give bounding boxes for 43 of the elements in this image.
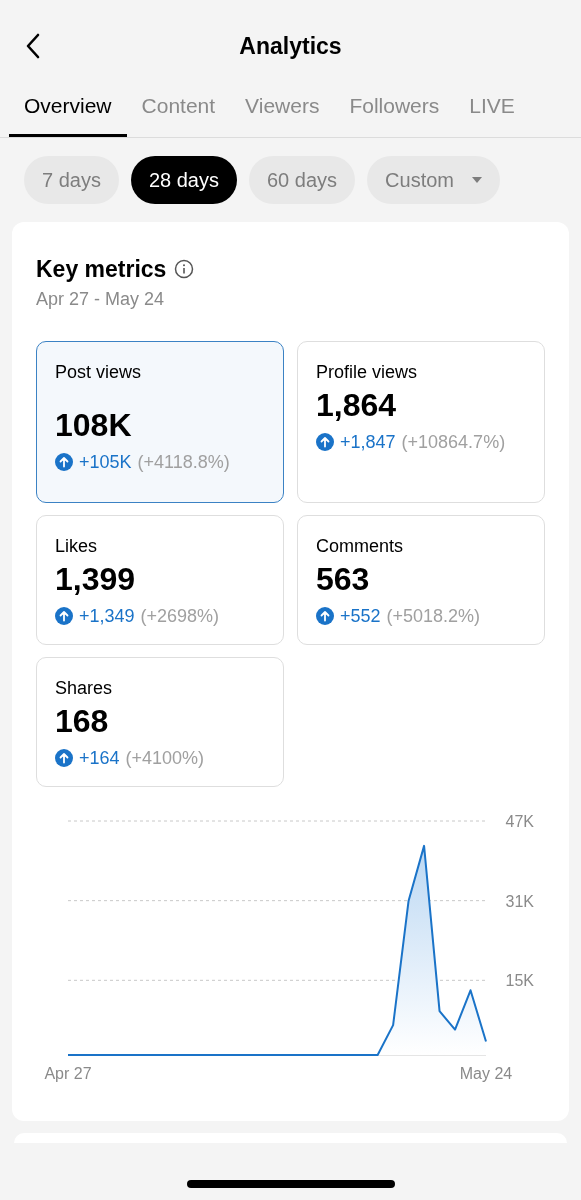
y-tick-label: 15K — [505, 972, 534, 990]
metric-card[interactable]: Likes 1,399 +1,349 (+2698%) — [36, 515, 284, 645]
metric-card[interactable]: Comments 563 +552 (+5018.2%) — [297, 515, 545, 645]
metric-value: 563 — [316, 560, 371, 598]
page-title: Analytics — [239, 31, 342, 61]
metric-label: Shares — [55, 677, 114, 700]
arrow-up-icon — [55, 607, 73, 625]
range-pill[interactable]: 28 days — [130, 156, 237, 204]
metric-value: 108K — [55, 406, 133, 444]
metric-change: +1,349 — [79, 605, 135, 628]
metric-value: 1,864 — [316, 386, 398, 424]
metric-card[interactable]: Profile views 1,864 +1,847 (+10864.7%) — [297, 341, 545, 503]
info-icon[interactable] — [174, 259, 195, 279]
metric-value: 1,399 — [55, 560, 137, 598]
metric-label: Post views — [55, 361, 143, 384]
tab[interactable]: Overview — [9, 92, 127, 137]
metric-percent: (+2698%) — [140, 605, 220, 628]
metric-percent: (+10864.7%) — [401, 431, 506, 454]
y-tick-label: 47K — [505, 813, 534, 830]
metric-percent: (+4100%) — [125, 747, 205, 770]
arrow-up-icon — [55, 749, 73, 767]
metric-change: +552 — [340, 605, 381, 628]
metric-label: Likes — [55, 535, 99, 558]
x-tick-label: Apr 27 — [44, 1065, 92, 1082]
arrow-up-icon — [316, 433, 334, 451]
x-tick-label: May 24 — [459, 1065, 513, 1082]
metric-change: +164 — [79, 747, 120, 770]
arrow-up-icon — [55, 453, 73, 471]
y-tick-label: 31K — [505, 892, 534, 910]
date-range: Apr 27 - May 24 — [36, 288, 166, 311]
metric-card[interactable]: Shares 168 +164 (+4100%) — [36, 657, 284, 787]
arrow-up-icon — [316, 607, 334, 625]
section-title: Key metrics — [36, 255, 167, 284]
metric-change: +1,847 — [340, 431, 396, 454]
metric-label: Comments — [316, 535, 405, 558]
metric-percent: (+4118.8%) — [137, 451, 230, 474]
metric-label: Profile views — [316, 361, 419, 384]
back-icon[interactable] — [25, 33, 41, 59]
metric-percent: (+5018.2%) — [386, 605, 481, 628]
metric-card[interactable]: Post views 108K +105K (+4118.8%) — [36, 341, 284, 503]
metric-value: 168 — [55, 702, 110, 740]
metric-change: +105K — [79, 451, 132, 474]
caret-icon — [471, 177, 482, 183]
